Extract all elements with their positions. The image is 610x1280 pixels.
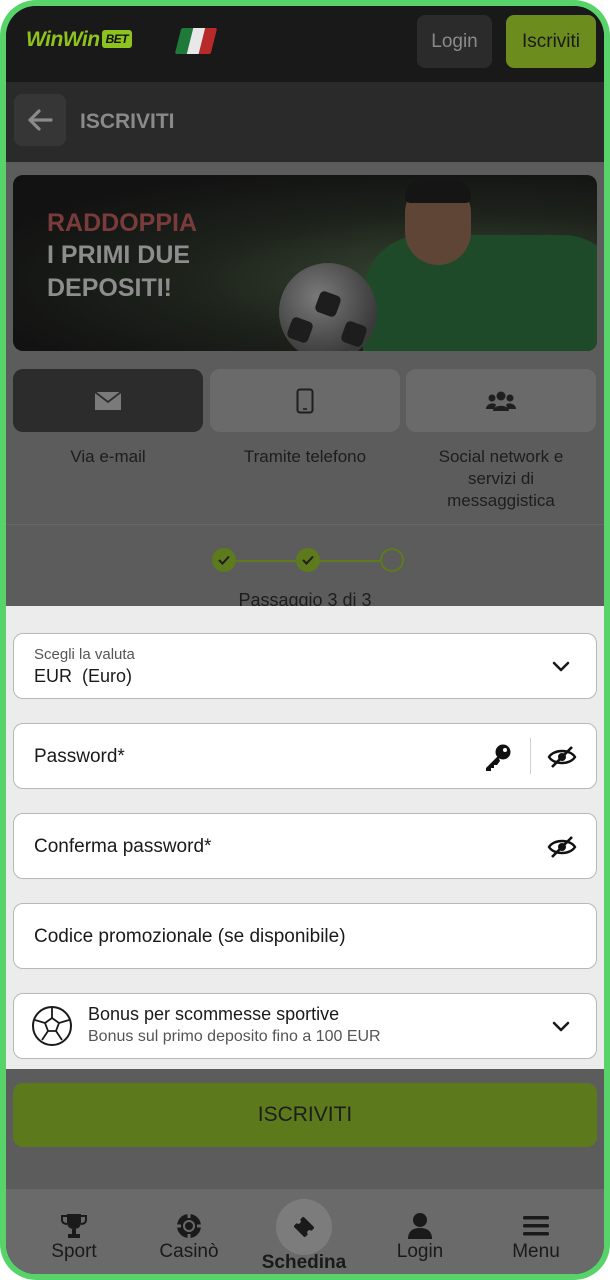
user-icon [370, 1211, 470, 1241]
soccer-ball-image [279, 263, 377, 351]
eye-slash-icon[interactable] [546, 741, 578, 773]
banner-headline-2: I PRIMI DUE [47, 241, 191, 269]
currency-select[interactable]: Scegli la valuta EUR (Euro) [13, 633, 597, 699]
device-frame: WinWin BET Login Iscriviti ISCRIVITI RAD… [0, 0, 610, 1280]
confirm-password-label: Conferma password* [34, 836, 212, 857]
italy-flag-icon[interactable] [174, 28, 218, 54]
bonus-select[interactable]: Bonus per scommesse sportive Bonus sul p… [13, 993, 597, 1059]
ball-patch [313, 289, 343, 319]
promo-banner[interactable]: RADDOPPIA I PRIMI DUE DEPOSITI! [13, 175, 597, 351]
soccer-ball-icon [30, 1004, 74, 1048]
banner-headline-3: DEPOSITI! [47, 274, 173, 302]
app-screen: WinWin BET Login Iscriviti ISCRIVITI RAD… [6, 6, 604, 1274]
page-title: ISCRIVITI [80, 110, 175, 133]
promo-code-field[interactable]: Codice promozionale (se disponibile) [13, 903, 597, 969]
register-button[interactable]: Iscriviti [506, 15, 596, 68]
check-icon [218, 555, 230, 565]
logo-text: WinWin [26, 28, 100, 51]
confirm-password-field[interactable]: Conferma password* [13, 813, 597, 879]
password-label: Password* [34, 746, 125, 767]
nav-label-casino: Casinò [159, 1241, 219, 1262]
password-field[interactable]: Password* [13, 723, 597, 789]
nav-item-menu[interactable]: Menu [486, 1189, 586, 1274]
currency-code: EUR [34, 666, 73, 686]
phone-icon [296, 388, 314, 413]
users-icon [486, 391, 516, 411]
registration-form: Scegli la valuta EUR (Euro) Password* Co… [6, 606, 604, 1069]
divider [6, 524, 604, 525]
login-button[interactable]: Login [417, 15, 492, 68]
promo-code-label: Codice promozionale (se disponibile) [34, 926, 346, 947]
ball-patch [339, 319, 369, 349]
progress-stepper [212, 548, 404, 574]
check-icon [302, 555, 314, 565]
field-separator [530, 738, 531, 774]
banner-player-image [363, 235, 597, 351]
currency-label: Scegli la valuta [34, 646, 135, 663]
tab-email-label: Via e-mail [70, 447, 146, 466]
eye-slash-icon[interactable] [546, 831, 578, 863]
step-3-current [380, 548, 404, 572]
winwin-logo[interactable]: WinWin BET [26, 28, 133, 52]
back-button[interactable] [14, 94, 66, 146]
step-1-complete [212, 548, 236, 572]
chevron-down-icon[interactable] [548, 654, 574, 680]
nav-item-casino[interactable]: Casinò [139, 1189, 239, 1274]
nav-label-login: Login [396, 1241, 444, 1262]
currency-value: EUR (Euro) [34, 666, 132, 687]
submit-register-button[interactable]: ISCRIVITI [13, 1083, 597, 1147]
banner-player-hair [405, 179, 471, 203]
submit-area-overlay: ISCRIVITI [6, 1069, 604, 1189]
chevron-down-icon[interactable] [548, 1014, 574, 1040]
currency-name: (Euro) [82, 666, 133, 686]
key-icon[interactable] [480, 739, 516, 775]
bottom-navigation: Sport Casinò Schedina Login Menu [6, 1189, 604, 1274]
trophy-icon [24, 1211, 124, 1241]
ball-patch [285, 315, 315, 345]
tab-social-label: Social network e servizi di messaggistic… [438, 447, 564, 510]
ticket-icon [276, 1199, 332, 1255]
logo-badge: BET [101, 30, 133, 48]
nav-label-sport: Sport [51, 1241, 97, 1262]
step-connector [234, 560, 296, 562]
arrow-left-icon [28, 109, 53, 131]
page-header: ISCRIVITI [6, 82, 604, 162]
envelope-icon [94, 390, 122, 410]
step-connector [318, 560, 380, 562]
top-header: WinWin BET Login Iscriviti [6, 6, 604, 82]
hamburger-menu-icon [486, 1211, 586, 1241]
tab-phone[interactable] [210, 369, 400, 432]
nav-label-schedina: Schedina [261, 1252, 347, 1273]
nav-item-sport[interactable]: Sport [24, 1189, 124, 1274]
tab-social[interactable] [406, 369, 596, 432]
banner-headline-1: RADDOPPIA [47, 209, 198, 237]
casino-chip-icon [139, 1211, 239, 1241]
bonus-subtitle: Bonus sul primo deposito fino a 100 EUR [88, 1028, 381, 1045]
nav-item-login[interactable]: Login [370, 1189, 470, 1274]
nav-label-menu: Menu [512, 1241, 560, 1262]
nav-item-schedina[interactable]: Schedina [254, 1189, 354, 1274]
step-2-complete [296, 548, 320, 572]
registration-content-overlay: RADDOPPIA I PRIMI DUE DEPOSITI! Via e-ma… [6, 162, 604, 610]
bonus-title: Bonus per scommesse sportive [88, 1004, 340, 1024]
tab-phone-label: Tramite telefono [243, 447, 367, 466]
tab-email[interactable] [13, 369, 203, 432]
